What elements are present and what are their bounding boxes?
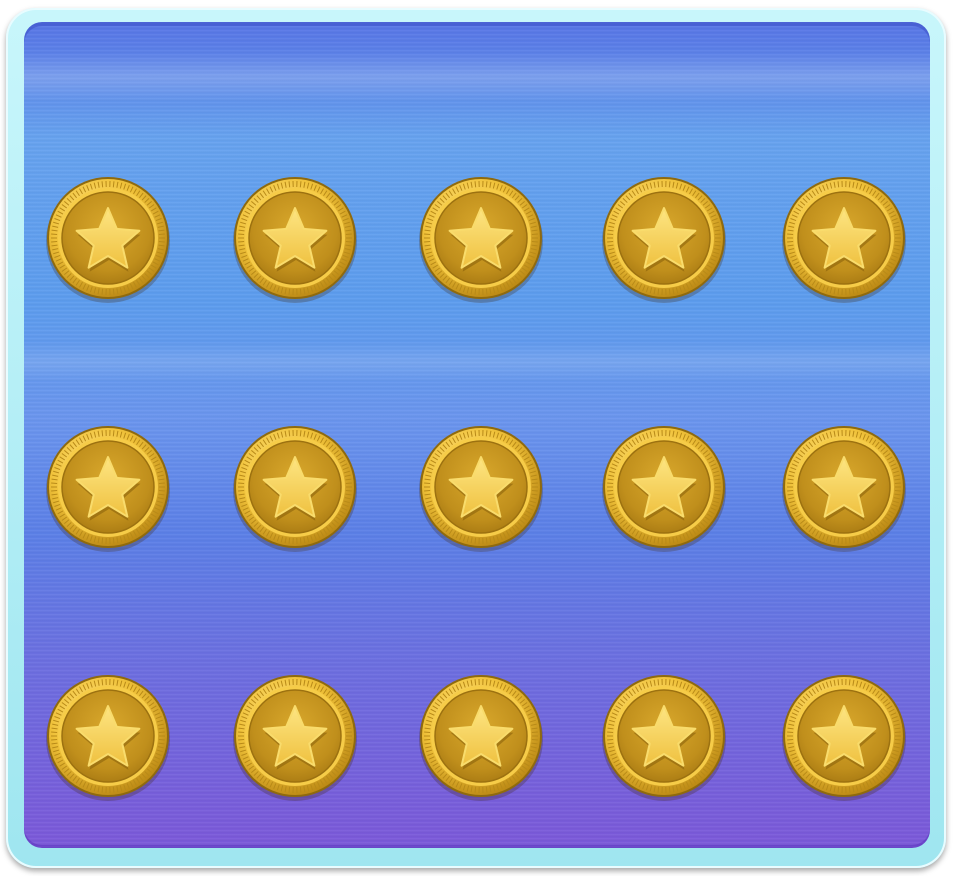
star-coin-icon[interactable] xyxy=(418,673,544,801)
star-coin-icon[interactable] xyxy=(601,175,727,303)
star-coin-icon[interactable] xyxy=(781,424,907,552)
star-coin-icon[interactable] xyxy=(601,424,727,552)
star-coin-icon[interactable] xyxy=(781,673,907,801)
star-coin-icon[interactable] xyxy=(45,175,171,303)
star-coin-icon[interactable] xyxy=(45,673,171,801)
star-coin-icon[interactable] xyxy=(781,175,907,303)
star-coin-icon[interactable] xyxy=(232,175,358,303)
star-coin-icon[interactable] xyxy=(45,424,171,552)
star-coin-icon[interactable] xyxy=(601,673,727,801)
star-coin-icon[interactable] xyxy=(418,175,544,303)
star-coin-icon[interactable] xyxy=(232,424,358,552)
star-coin-icon[interactable] xyxy=(418,424,544,552)
star-coin-icon[interactable] xyxy=(232,673,358,801)
game-screen xyxy=(0,0,954,876)
